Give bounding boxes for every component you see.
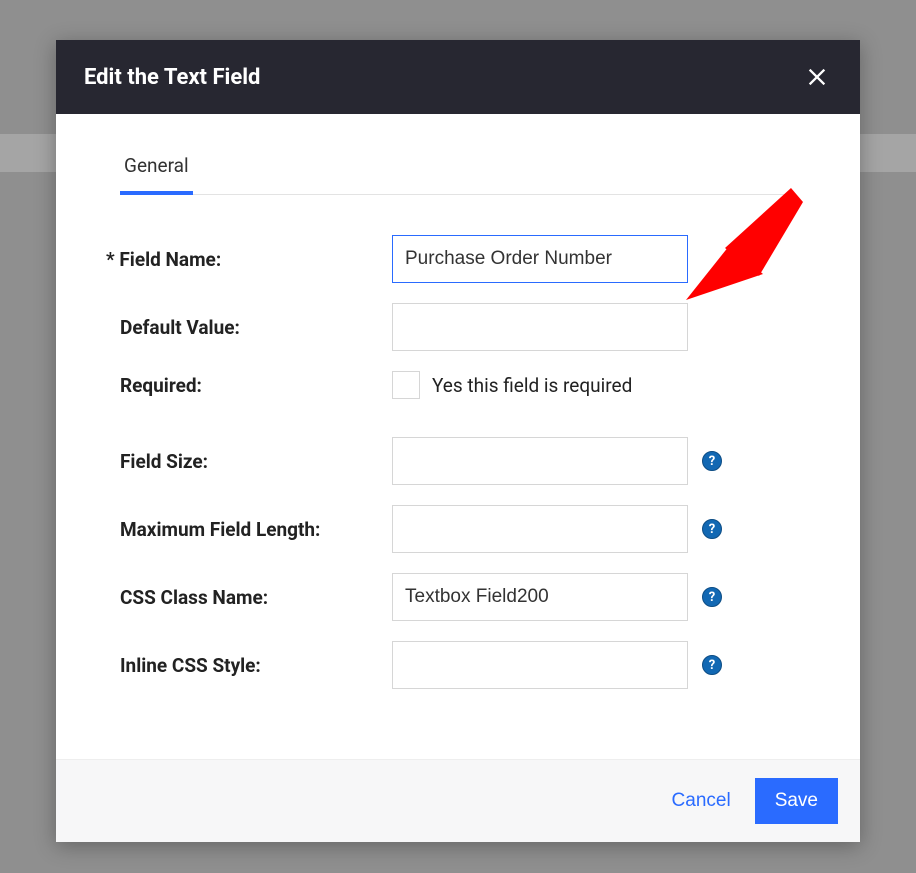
close-button[interactable] — [802, 62, 832, 92]
label-max-length: Maximum Field Length: — [120, 518, 392, 541]
help-icon[interactable]: ? — [702, 587, 722, 607]
cancel-button[interactable]: Cancel — [662, 778, 741, 824]
default-value-input[interactable] — [392, 303, 688, 351]
row-field-size: Field Size: ? — [120, 437, 796, 485]
modal-body: General Field Name: Default Value: Requi… — [56, 114, 860, 759]
row-inline-css: Inline CSS Style: ? — [120, 641, 796, 689]
label-default-value: Default Value: — [120, 316, 392, 339]
save-button[interactable]: Save — [755, 778, 838, 824]
modal-title: Edit the Text Field — [84, 65, 260, 90]
tab-bar: General — [120, 150, 796, 195]
tab-general[interactable]: General — [120, 150, 193, 195]
required-checkbox[interactable] — [392, 371, 420, 399]
required-checkbox-label: Yes this field is required — [432, 374, 632, 397]
field-name-input[interactable] — [392, 235, 688, 283]
field-size-input[interactable] — [392, 437, 688, 485]
label-required: Required: — [120, 374, 392, 397]
label-field-size: Field Size: — [120, 450, 392, 473]
close-icon — [806, 66, 828, 88]
modal-footer: Cancel Save — [56, 759, 860, 842]
label-inline-css: Inline CSS Style: — [120, 654, 392, 677]
inline-css-input[interactable] — [392, 641, 688, 689]
label-field-name: Field Name: — [120, 248, 392, 271]
row-default-value: Default Value: — [120, 303, 796, 351]
help-icon[interactable]: ? — [702, 655, 722, 675]
row-css-class: CSS Class Name: ? — [120, 573, 796, 621]
max-length-input[interactable] — [392, 505, 688, 553]
help-icon[interactable]: ? — [702, 451, 722, 471]
help-icon[interactable]: ? — [702, 519, 722, 539]
css-class-input[interactable] — [392, 573, 688, 621]
label-css-class: CSS Class Name: — [120, 586, 392, 609]
row-max-length: Maximum Field Length: ? — [120, 505, 796, 553]
edit-text-field-modal: Edit the Text Field General Field Name: … — [56, 40, 860, 842]
row-field-name: Field Name: — [120, 235, 796, 283]
row-required: Required: Yes this field is required — [120, 371, 796, 399]
required-checkbox-wrap: Yes this field is required — [392, 371, 632, 399]
modal-header: Edit the Text Field — [56, 40, 860, 114]
